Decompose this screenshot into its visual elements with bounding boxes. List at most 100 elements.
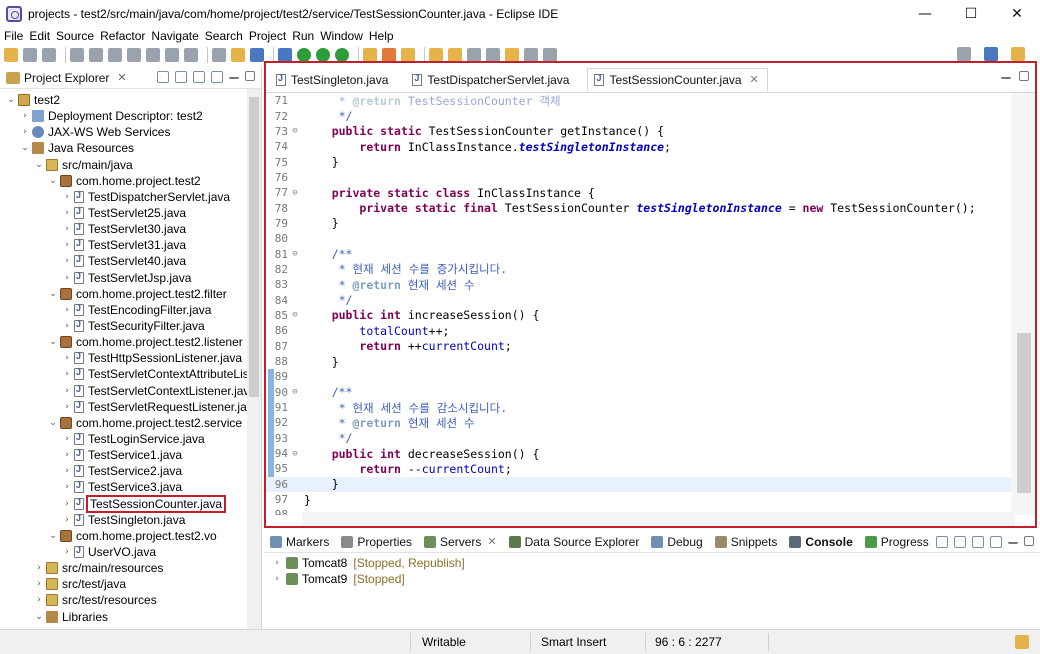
- chevron-right-icon[interactable]: ›: [34, 579, 44, 589]
- step-over-icon[interactable]: [165, 48, 179, 62]
- filter-icon[interactable]: [193, 71, 205, 83]
- chevron-right-icon[interactable]: ›: [62, 353, 72, 363]
- collapse-all-icon[interactable]: [157, 71, 169, 83]
- close-icon[interactable]: ✕: [750, 73, 759, 86]
- server-row[interactable]: › Tomcat8 [Stopped, Republish]: [264, 555, 1040, 571]
- debug-icon[interactable]: [278, 48, 292, 62]
- menu-edit[interactable]: Edit: [29, 29, 50, 43]
- code-line[interactable]: 85 ⊖ public int increaseSession() {: [266, 308, 1013, 323]
- pin-editor-icon[interactable]: [543, 48, 557, 62]
- chevron-right-icon[interactable]: ›: [62, 434, 72, 444]
- chevron-right-icon[interactable]: ›: [62, 547, 72, 557]
- search-icon[interactable]: [957, 47, 971, 61]
- stop-server-icon[interactable]: [990, 536, 1002, 548]
- tree-item-folder[interactable]: › JAX-WS Web Services: [0, 124, 261, 140]
- pilcrow-icon[interactable]: [250, 48, 264, 62]
- tree-item-file[interactable]: › TestService1.java: [0, 447, 261, 463]
- step-return-icon[interactable]: [184, 48, 198, 62]
- editor-horizontal-scrollbar[interactable]: [302, 512, 1015, 526]
- chevron-down-icon[interactable]: ⌄: [6, 95, 16, 105]
- fold-icon[interactable]: ⊖: [288, 249, 302, 259]
- tree-item-folder[interactable]: ⌄ Libraries: [0, 609, 261, 625]
- next-annotation-icon[interactable]: [467, 48, 481, 62]
- project-explorer-tab[interactable]: Project Explorer ✕: [0, 67, 133, 89]
- chevron-right-icon[interactable]: ›: [62, 240, 72, 250]
- fold-icon[interactable]: ⊖: [288, 126, 302, 136]
- bottom-tab[interactable]: Servers ✕: [424, 535, 497, 549]
- menu-window[interactable]: Window: [320, 29, 363, 43]
- chevron-down-icon[interactable]: ⌄: [20, 143, 30, 153]
- code-line[interactable]: 95 return --currentCount;: [266, 461, 1013, 476]
- code-line[interactable]: 97}: [266, 492, 1013, 507]
- chevron-down-icon[interactable]: ⌄: [48, 531, 58, 541]
- new-class-icon[interactable]: [401, 48, 415, 62]
- editor-vertical-scrollbar[interactable]: [1011, 93, 1035, 515]
- skip-breakpoints-icon[interactable]: [70, 48, 84, 62]
- tree-item-folder[interactable]: › src/test/resources: [0, 592, 261, 608]
- editor-tab[interactable]: TestSingleton.java: [270, 68, 396, 92]
- code-line[interactable]: 83 * @return 현재 세션 수: [266, 277, 1013, 292]
- code-line[interactable]: 88 }: [266, 354, 1013, 369]
- collapse-icon[interactable]: [936, 536, 948, 548]
- chevron-right-icon[interactable]: ›: [62, 402, 72, 412]
- close-icon[interactable]: ✕: [117, 71, 126, 84]
- code-line[interactable]: 91 * 현재 세션 수를 감소시킵니다.: [266, 400, 1013, 415]
- maximize-button[interactable]: ☐: [948, 0, 994, 28]
- new-icon[interactable]: [4, 48, 18, 62]
- tree-item-file[interactable]: › UserVO.java: [0, 544, 261, 560]
- tree-item-folder[interactable]: ⌄ com.home.project.test2.filter: [0, 286, 261, 302]
- minimize-view-icon[interactable]: [229, 71, 239, 79]
- code-line[interactable]: 80: [266, 231, 1013, 246]
- tree-item-folder[interactable]: ⌄ com.home.project.test2: [0, 173, 261, 189]
- bottom-tab[interactable]: Markers: [270, 535, 329, 549]
- chevron-right-icon[interactable]: ›: [62, 321, 72, 331]
- suspend-icon[interactable]: [89, 48, 103, 62]
- tree-item-file[interactable]: › TestServletJsp.java: [0, 270, 261, 286]
- chevron-right-icon[interactable]: ›: [20, 127, 30, 137]
- tree-item-file[interactable]: › TestSingleton.java: [0, 512, 261, 528]
- chevron-right-icon[interactable]: ›: [62, 208, 72, 218]
- menu-run[interactable]: Run: [292, 29, 314, 43]
- bottom-tab[interactable]: Data Source Explorer: [508, 535, 639, 549]
- minimize-button[interactable]: —: [902, 0, 948, 28]
- code-line[interactable]: 76: [266, 170, 1013, 185]
- tree-item-file[interactable]: › TestServlet40.java: [0, 253, 261, 269]
- code-line[interactable]: 82 * 현재 세션 수를 증가시킵니다.: [266, 262, 1013, 277]
- chevron-right-icon[interactable]: ›: [62, 192, 72, 202]
- tree-item-file[interactable]: › TestServletContextListener.java: [0, 383, 261, 399]
- tree-item-file[interactable]: › TestServlet31.java: [0, 237, 261, 253]
- tree-item-file[interactable]: › TestServletRequestListener.java: [0, 399, 261, 415]
- tree-item-folder[interactable]: ⌄ src/main/java: [0, 157, 261, 173]
- chevron-down-icon[interactable]: ⌄: [34, 612, 44, 622]
- explorer-scrollbar[interactable]: [247, 89, 261, 629]
- editor-scrollbar-thumb[interactable]: [1017, 333, 1031, 493]
- terminate-icon[interactable]: [108, 48, 122, 62]
- menu-source[interactable]: Source: [56, 29, 94, 43]
- open-type-icon[interactable]: [429, 48, 443, 62]
- tree-item-file[interactable]: › TestSessionCounter.java: [0, 494, 261, 513]
- tree-item-file[interactable]: › TestService2.java: [0, 463, 261, 479]
- tree-item-file[interactable]: › TestSecurityFilter.java: [0, 318, 261, 334]
- chevron-right-icon[interactable]: ›: [62, 499, 72, 509]
- chevron-right-icon[interactable]: ›: [62, 224, 72, 234]
- fold-icon[interactable]: ⊖: [288, 387, 302, 397]
- code-line[interactable]: 81 ⊖ /**: [266, 246, 1013, 261]
- code-line[interactable]: 78 private static final TestSessionCount…: [266, 200, 1013, 215]
- run-last-tool-icon[interactable]: [316, 48, 330, 62]
- tree-item-file[interactable]: › TestDispatcherServlet.java: [0, 189, 261, 205]
- step-into-icon[interactable]: [146, 48, 160, 62]
- tree-item-file[interactable]: › TestHttpSessionListener.java: [0, 350, 261, 366]
- chevron-right-icon[interactable]: ›: [62, 482, 72, 492]
- chevron-right-icon[interactable]: ›: [272, 574, 282, 584]
- tree-item-folder[interactable]: ⌄ Java Resources: [0, 140, 261, 156]
- search-toolbar-icon[interactable]: [448, 48, 462, 62]
- open-perspective-icon[interactable]: [984, 47, 998, 61]
- tree-item-file[interactable]: › TestLoginService.java: [0, 431, 261, 447]
- maximize-editor-icon[interactable]: [1019, 71, 1029, 81]
- chevron-down-icon[interactable]: ⌄: [48, 176, 58, 186]
- bottom-tab[interactable]: Console: [789, 535, 853, 549]
- forward-icon[interactable]: [524, 48, 538, 62]
- minimize-bottom-icon[interactable]: [1008, 536, 1018, 544]
- chevron-right-icon[interactable]: ›: [34, 563, 44, 573]
- tree-item-folder[interactable]: ⌄ test2: [0, 92, 261, 108]
